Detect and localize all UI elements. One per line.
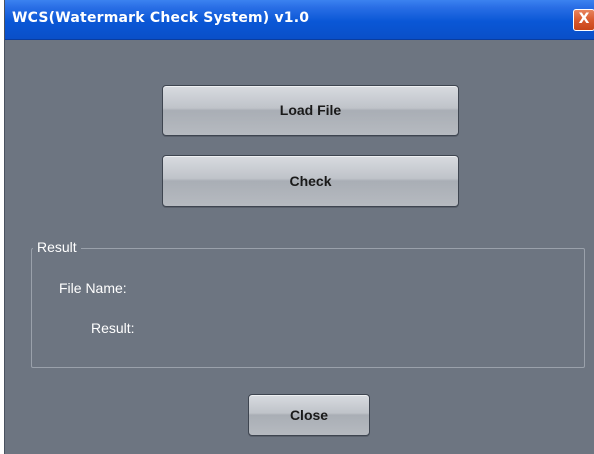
result-group-legend: Result	[33, 239, 81, 255]
main-window: WCS(Watermark Check System) v1.0 Load Fi…	[4, 0, 594, 454]
file-name-label: File Name:	[59, 280, 127, 296]
close-icon[interactable]: X	[573, 9, 594, 31]
result-label: Result:	[91, 320, 135, 336]
title-bar[interactable]: WCS(Watermark Check System) v1.0	[5, 0, 594, 40]
load-file-button[interactable]: Load File	[162, 85, 459, 136]
close-button[interactable]: Close	[248, 394, 370, 436]
check-button[interactable]: Check	[162, 155, 459, 207]
window-title: WCS(Watermark Check System) v1.0	[12, 10, 310, 26]
result-groupbox	[31, 248, 585, 368]
